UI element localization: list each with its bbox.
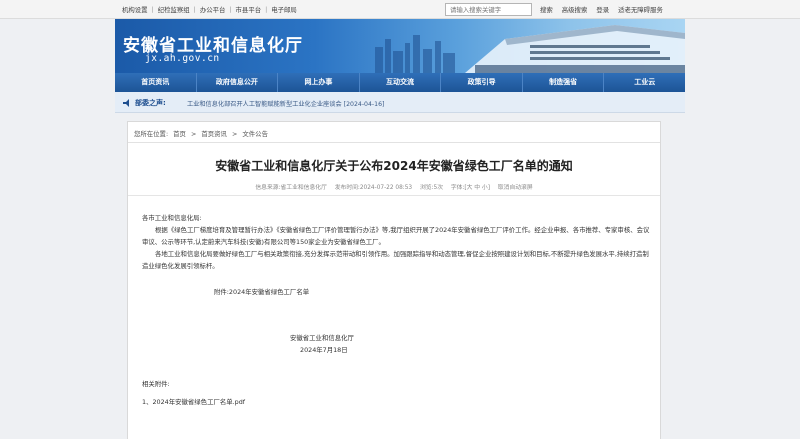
breadcrumb-label: 您所在位置: (134, 130, 169, 138)
sign-date: 2024年7月18日 (300, 346, 348, 354)
notice-link[interactable]: 工业和信息化部召开人工智能赋能新型工业化企业座谈会 [2024-04-16] (187, 99, 384, 108)
nav-gov-info[interactable]: 政府信息公开 (197, 73, 279, 92)
advanced-search-link[interactable]: 高级搜索 (562, 5, 588, 14)
divider (128, 195, 660, 196)
attachment-note: 附件:2024年安徽省绿色工厂名单 (214, 288, 310, 296)
main-nav: 首页资讯 政府信息公开 网上办事 互动交流 政策引导 制造强省 工业云 (115, 73, 685, 92)
related-attachments-label: 相关附件: (142, 380, 170, 388)
login-link[interactable]: 登录 (596, 5, 609, 14)
notice-label: 部委之声: (135, 99, 166, 107)
meta-source: 信息来源:省工业和信息化厅 (255, 185, 327, 191)
megaphone-icon (123, 99, 129, 107)
breadcrumb-sep: > (232, 130, 238, 138)
nav-policy[interactable]: 政策引导 (441, 73, 523, 92)
nav-industry-cloud[interactable]: 工业云 (604, 73, 685, 92)
meta-publish-time: 发布时间:2024-07-22 08:53 (334, 185, 413, 191)
breadcrumb-sep: > (190, 130, 197, 138)
paragraph-2: 各地工业和信息化局要做好绿色工厂与相关政策衔接,充分发挥示范带动和引领作用。加强… (142, 250, 649, 270)
accessibility-link[interactable]: 适老无障碍服务 (618, 5, 663, 14)
breadcrumb: 您所在位置: 首页 > 首页资讯 > 文件公告 (128, 122, 660, 143)
divider: | (151, 5, 154, 13)
search-input[interactable] (445, 3, 532, 16)
article-meta: 信息来源:省工业和信息化厅 发布时间:2024-07-22 08:53 浏览:5… (128, 182, 660, 191)
link-discipline[interactable]: 纪检监察组 (158, 5, 190, 14)
site-banner: 安徽省工业和信息化厅 jx.ah.gov.cn (115, 19, 685, 73)
signature: 安徽省工业和信息化厅 (290, 334, 354, 342)
auto-scroll-toggle[interactable]: 取消自动滚屏 (498, 185, 533, 191)
site-domain: jx.ah.gov.cn (145, 53, 220, 64)
top-links: 机构设置 | 纪检监察组 | 办公平台 | 市县平台 | 电子邮局 (122, 5, 297, 14)
breadcrumb-notices[interactable]: 文件公告 (242, 130, 268, 138)
article-body: 各市工业和信息化局: 根据《绿色工厂梯度培育及管理暂行办法》《安徽省绿色工厂评价… (142, 212, 650, 408)
city-skyline-image (375, 25, 685, 73)
nav-manufacturing[interactable]: 制造强省 (523, 73, 605, 92)
divider: | (229, 5, 232, 13)
breadcrumb-news[interactable]: 首页资讯 (201, 130, 227, 138)
article-title: 安徽省工业和信息化厅关于公布2024年安徽省绿色工厂名单的通知 (215, 159, 573, 173)
nav-home-news[interactable]: 首页资讯 (115, 73, 197, 92)
nav-interaction[interactable]: 互动交流 (360, 73, 442, 92)
link-city[interactable]: 市县平台 (236, 5, 262, 14)
divider: | (265, 5, 268, 13)
divider: | (193, 5, 196, 13)
paragraph-1: 根据《绿色工厂梯度培育及管理暂行办法》《安徽省绿色工厂评价管理暂行办法》等,我厅… (142, 226, 650, 246)
font-size-control[interactable]: 字体:[大 中 小] (451, 185, 490, 191)
top-utility-bar: 机构设置| 纪检监察组| 办公平台| 市县平台| 电子邮局 搜索 高级搜索 登录… (0, 0, 800, 19)
salutation: 各市工业和信息化局: (142, 214, 202, 222)
article-panel: 您所在位置: 首页 > 首页资讯 > 文件公告 安徽省工业和信息化厅关于公布20… (127, 121, 661, 439)
link-org[interactable]: 机构设置 (122, 5, 148, 14)
meta-views: 浏览:5次 (419, 185, 443, 191)
link-email[interactable]: 电子邮局 (271, 5, 297, 14)
top-right-links: 搜索 高级搜索 登录 适老无障碍服务 (540, 5, 672, 14)
nav-online-service[interactable]: 网上办事 (278, 73, 360, 92)
related-file-link[interactable]: 1、2024年安徽省绿色工厂名单.pdf (142, 396, 650, 408)
ministry-notice-bar: 部委之声: 工业和信息化部召开人工智能赋能新型工业化企业座谈会 [2024-04… (115, 92, 685, 113)
link-office[interactable]: 办公平台 (200, 5, 226, 14)
breadcrumb-home[interactable]: 首页 (173, 130, 186, 138)
search-button[interactable]: 搜索 (540, 5, 553, 14)
